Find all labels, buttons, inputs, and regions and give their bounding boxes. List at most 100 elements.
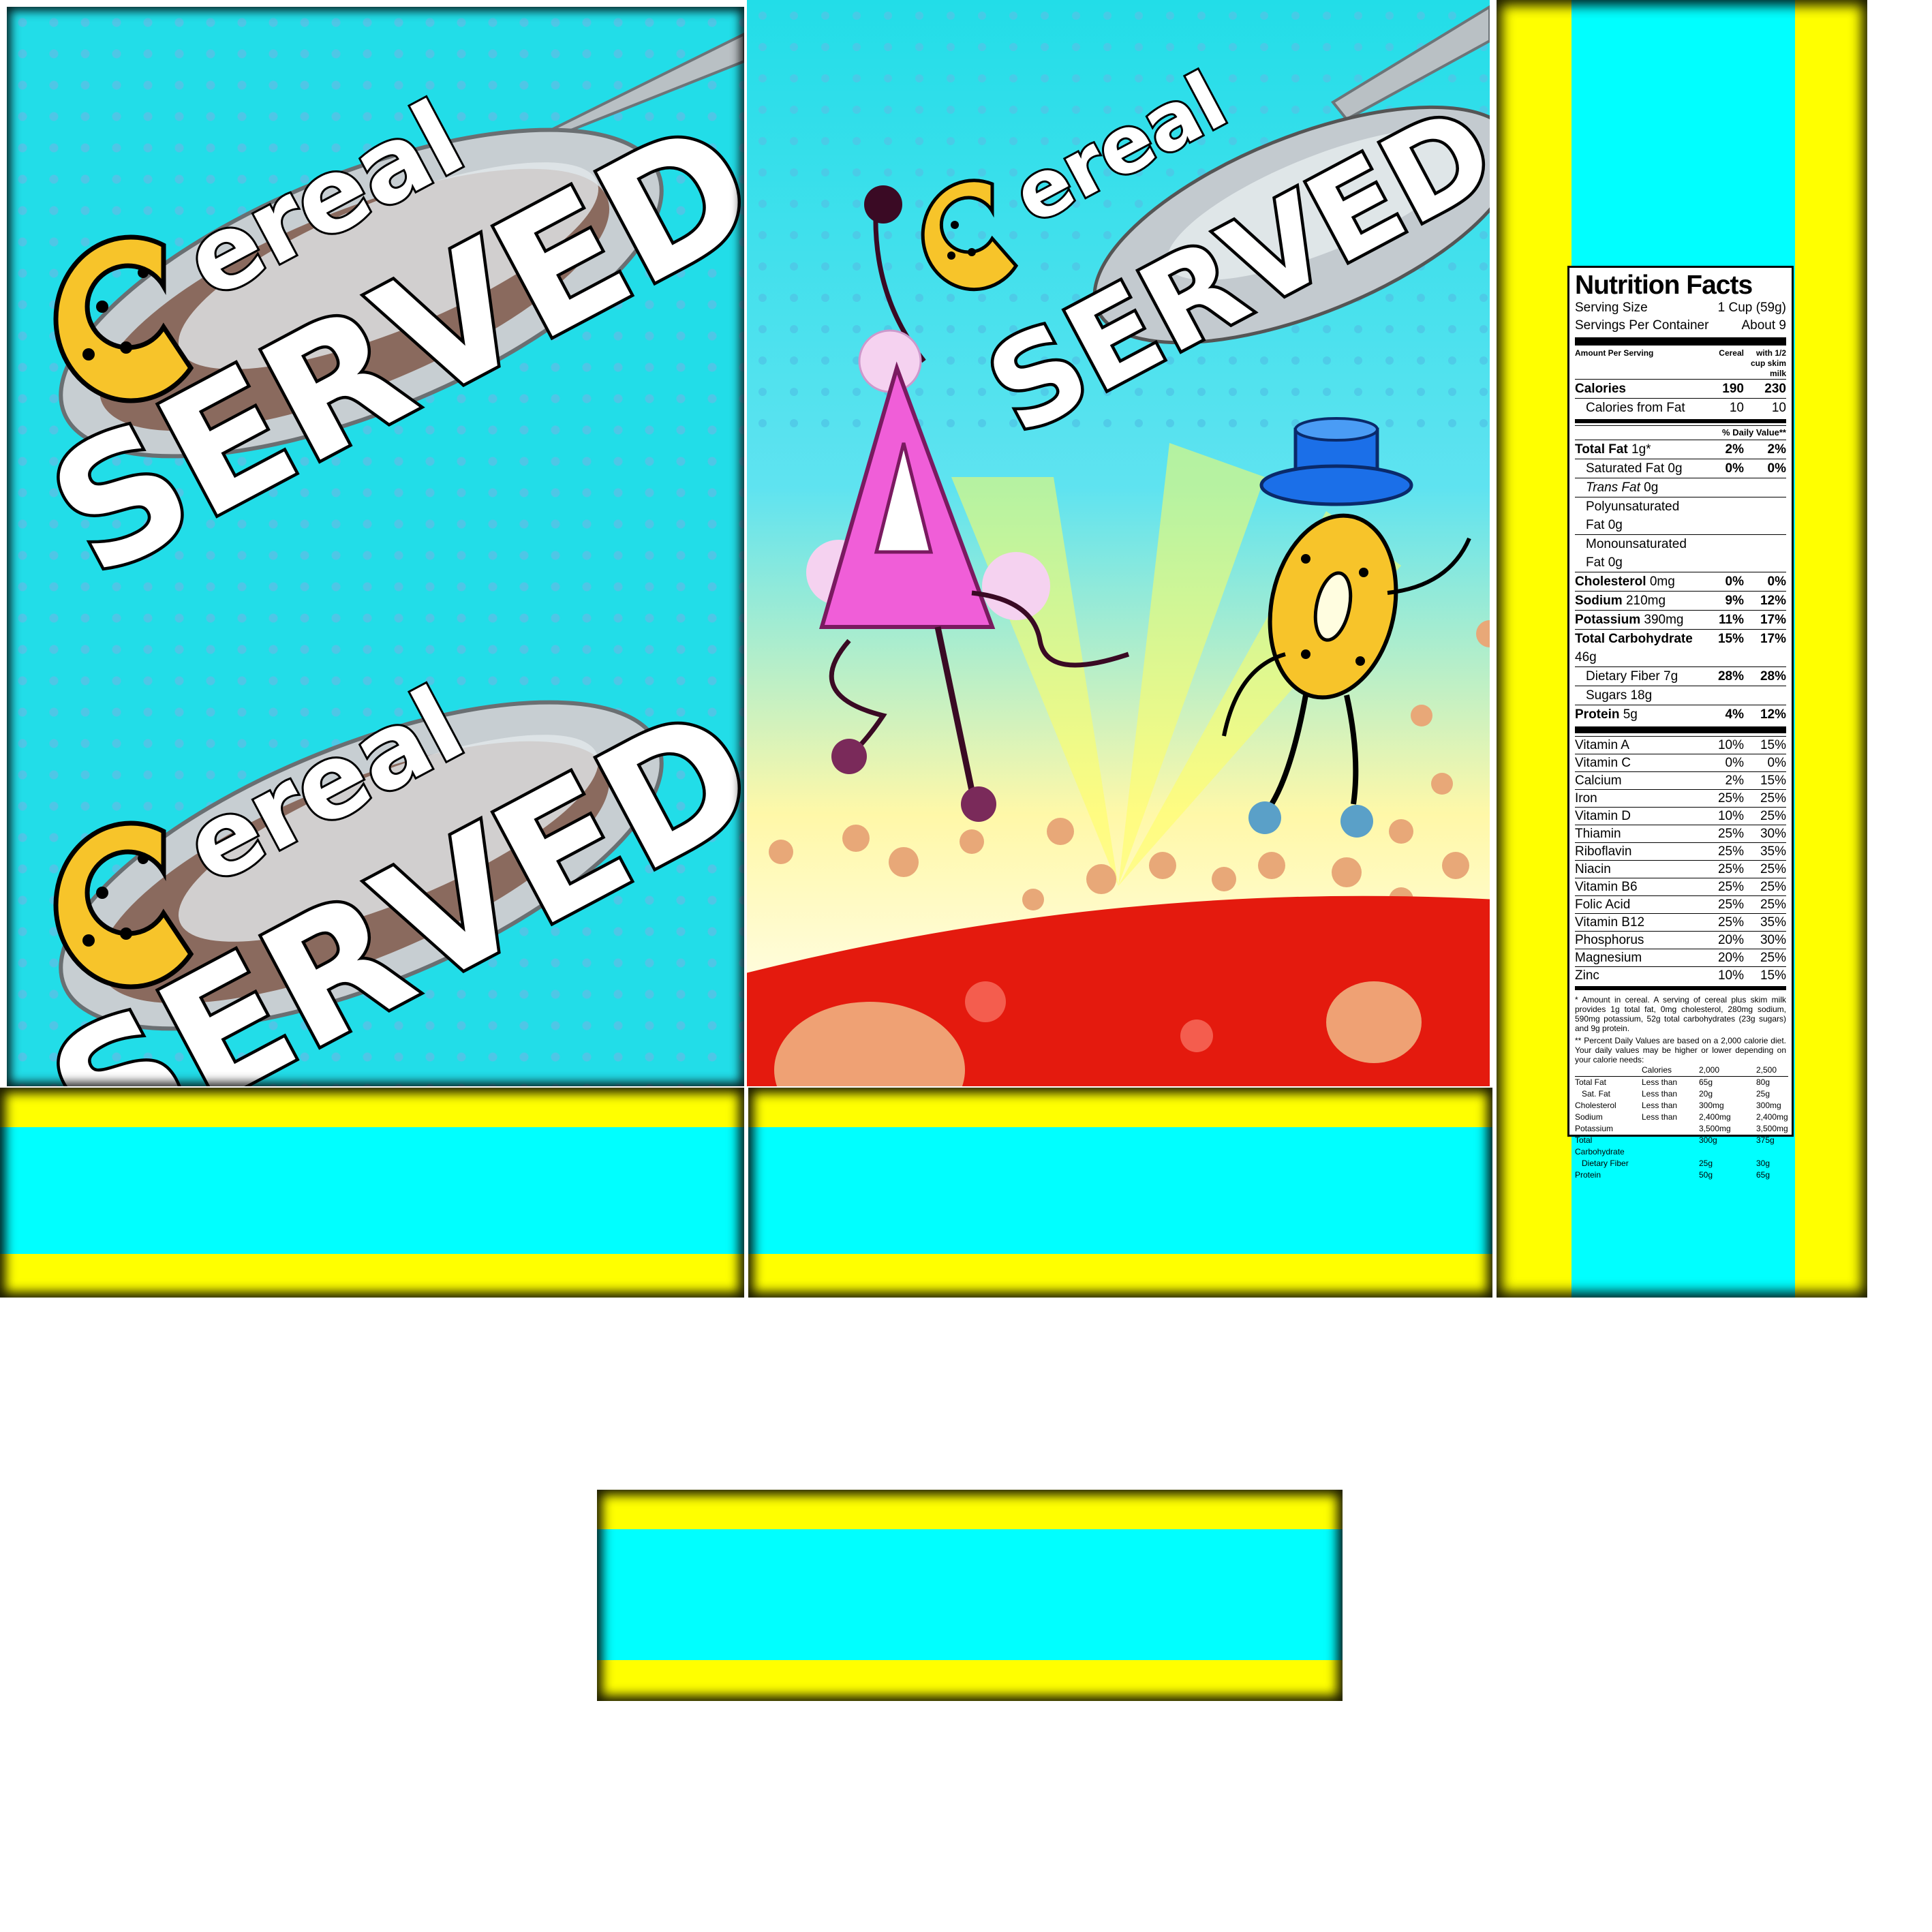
vitamin-cereal: 25%	[1717, 915, 1744, 930]
nutrient-cereal-dv: 0%	[1725, 461, 1744, 476]
nutrient-cereal-dv: 11%	[1719, 613, 1744, 627]
vitamin-row: Magnesium 20% 25%	[1575, 949, 1786, 966]
vitamin-label: Vitamin B12	[1575, 915, 1645, 930]
servings-label: Servings Per Container	[1575, 318, 1709, 333]
dv-table-cell: 300mg	[1756, 1101, 1781, 1110]
nutrient-label: Protein	[1575, 707, 1620, 722]
vitamin-label: Vitamin C	[1575, 756, 1631, 770]
vitamin-label: Phosphorus	[1575, 933, 1644, 947]
vitamin-milk: 30%	[1760, 933, 1786, 947]
nutrient-amount: 0mg	[1649, 574, 1675, 589]
vitamin-row: Zinc 10% 15%	[1575, 966, 1786, 984]
vitamin-label: Vitamin D	[1575, 809, 1631, 823]
nutrient-row: Saturated Fat 0g 0% 0%	[1575, 459, 1786, 478]
vitamin-cereal: 10%	[1717, 968, 1744, 983]
vitamin-cereal: 2%	[1725, 773, 1744, 788]
vitamin-milk: 35%	[1760, 915, 1786, 930]
nutrient-amount: 0g	[1608, 518, 1623, 532]
nutrient-milk-dv: 17%	[1760, 613, 1786, 627]
dv-table-cell: 30g	[1756, 1159, 1770, 1168]
back-bottom-flap	[0, 1088, 744, 1298]
nutrient-row: Cholesterol 0mg 0% 0%	[1575, 572, 1786, 591]
daily-value-table: Calories 2,000 2,500 Total Fat Less than 65g 8…	[1575, 1064, 1788, 1181]
nutrient-label: Sugars	[1586, 688, 1627, 703]
calories-fat-milk: 10	[1771, 401, 1786, 415]
nutrition-title: Nutrition Facts	[1575, 271, 1753, 300]
vitamin-label: Riboflavin	[1575, 844, 1632, 859]
serving-size-value: 1 Cup (59g)	[1717, 301, 1786, 315]
bottom-flap	[597, 1490, 1343, 1701]
calories-fat-cereal: 10	[1729, 401, 1744, 415]
nutrient-row: Dietary Fiber 7g 28% 28%	[1575, 666, 1786, 686]
nutrient-milk-dv: 0%	[1767, 574, 1786, 589]
nutrient-label: Total Carbohydrate	[1575, 632, 1693, 646]
vitamin-cereal: 25%	[1717, 880, 1744, 894]
serving-size-label: Serving Size	[1575, 301, 1648, 315]
nutrient-cereal-dv: 0%	[1725, 574, 1744, 589]
vitamin-cereal: 25%	[1717, 827, 1744, 841]
vitamin-label: Magnesium	[1575, 951, 1642, 965]
nutrient-amount: 0g	[1668, 461, 1683, 476]
nutrient-row: Sugars 18g	[1575, 686, 1786, 705]
vitamin-label: Folic Acid	[1575, 898, 1631, 912]
nutrient-row: Monounsaturated Fat 0g	[1575, 534, 1786, 572]
dv-table-cell: Total Fat	[1575, 1077, 1607, 1087]
vitamin-milk: 25%	[1760, 898, 1786, 912]
amount-per-serving: Amount Per Serving	[1575, 348, 1654, 358]
vitamin-milk: 25%	[1760, 862, 1786, 876]
nutrient-milk-dv: 12%	[1760, 707, 1786, 722]
nutrient-label: Cholesterol	[1575, 574, 1646, 589]
front-panel: ereal SERVED	[747, 0, 1490, 1086]
vitamin-row: Vitamin B6 25% 25%	[1575, 878, 1786, 895]
vitamin-row: Folic Acid 25% 25%	[1575, 895, 1786, 913]
nutrient-amount: 210mg	[1625, 594, 1666, 608]
nutrient-cereal-dv	[1702, 535, 1744, 572]
nutrient-milk-dv	[1744, 497, 1786, 534]
dv-table-cell: Less than	[1642, 1112, 1678, 1122]
dv-table-cell: Less than	[1642, 1089, 1678, 1099]
nutrient-label: Monounsaturated Fat	[1586, 537, 1687, 570]
dv-table-cell	[1642, 1169, 1699, 1181]
vitamin-label: Vitamin A	[1575, 738, 1629, 752]
dv-table-header-cell: 2,500	[1756, 1064, 1788, 1077]
dv-table-cell: Cholesterol	[1575, 1101, 1616, 1110]
vitamin-milk: 25%	[1760, 809, 1786, 823]
vitamin-cereal: 10%	[1717, 738, 1744, 752]
vitamin-row: Vitamin B12 25% 35%	[1575, 913, 1786, 931]
col-milk: with 1/2 cup skim milk	[1750, 348, 1786, 378]
dv-table-cell: 2,400mg	[1756, 1112, 1788, 1122]
nutrient-row: Protein 5g 4% 12%	[1575, 705, 1786, 724]
vitamin-label: Calcium	[1575, 773, 1622, 788]
calories-label: Calories	[1575, 382, 1626, 396]
dv-table-cell: 65g	[1699, 1077, 1713, 1087]
nutrient-milk-dv: 17%	[1760, 632, 1786, 646]
nutrient-label: Polyunsaturated Fat	[1586, 500, 1680, 532]
nutrient-milk-dv: 0%	[1767, 461, 1786, 476]
nutrient-milk-dv	[1744, 686, 1786, 705]
vitamin-milk: 35%	[1760, 844, 1786, 859]
vitamin-milk: 15%	[1760, 738, 1786, 752]
dv-table-cell: 3,500mg	[1756, 1124, 1788, 1133]
vitamin-cereal: 25%	[1717, 844, 1744, 859]
dv-table-cell	[1642, 1135, 1699, 1158]
daily-value-header: % Daily Value**	[1575, 425, 1786, 440]
nutrient-amount: 1g*	[1631, 442, 1651, 457]
vitamin-label: Thiamin	[1575, 827, 1621, 841]
vitamin-row: Vitamin C 0% 0%	[1575, 754, 1786, 771]
dv-table-cell: Less than	[1642, 1077, 1678, 1087]
nutrient-row: Total Carbohydrate 46g 15% 17%	[1575, 629, 1786, 666]
vitamin-row: Niacin 25% 25%	[1575, 860, 1786, 878]
vitamin-label: Niacin	[1575, 862, 1611, 876]
servings-value: About 9	[1741, 318, 1787, 333]
col-cereal: Cereal	[1719, 348, 1744, 358]
dv-table-cell: Less than	[1642, 1101, 1678, 1110]
vitamin-milk: 30%	[1760, 827, 1786, 841]
vitamin-row: Vitamin D 10% 25%	[1575, 807, 1786, 825]
nutrient-cereal-dv: 4%	[1725, 707, 1744, 722]
front-bottom-flap	[748, 1088, 1492, 1298]
nutrient-row: Total Fat 1g* 2% 2%	[1575, 440, 1786, 459]
vitamin-milk: 25%	[1760, 880, 1786, 894]
footnote-2: ** Percent Daily Values are based on a 2…	[1575, 1036, 1786, 1064]
vitamin-label: Vitamin B6	[1575, 880, 1638, 894]
nutrient-row: Sodium 210mg 9% 12%	[1575, 591, 1786, 610]
